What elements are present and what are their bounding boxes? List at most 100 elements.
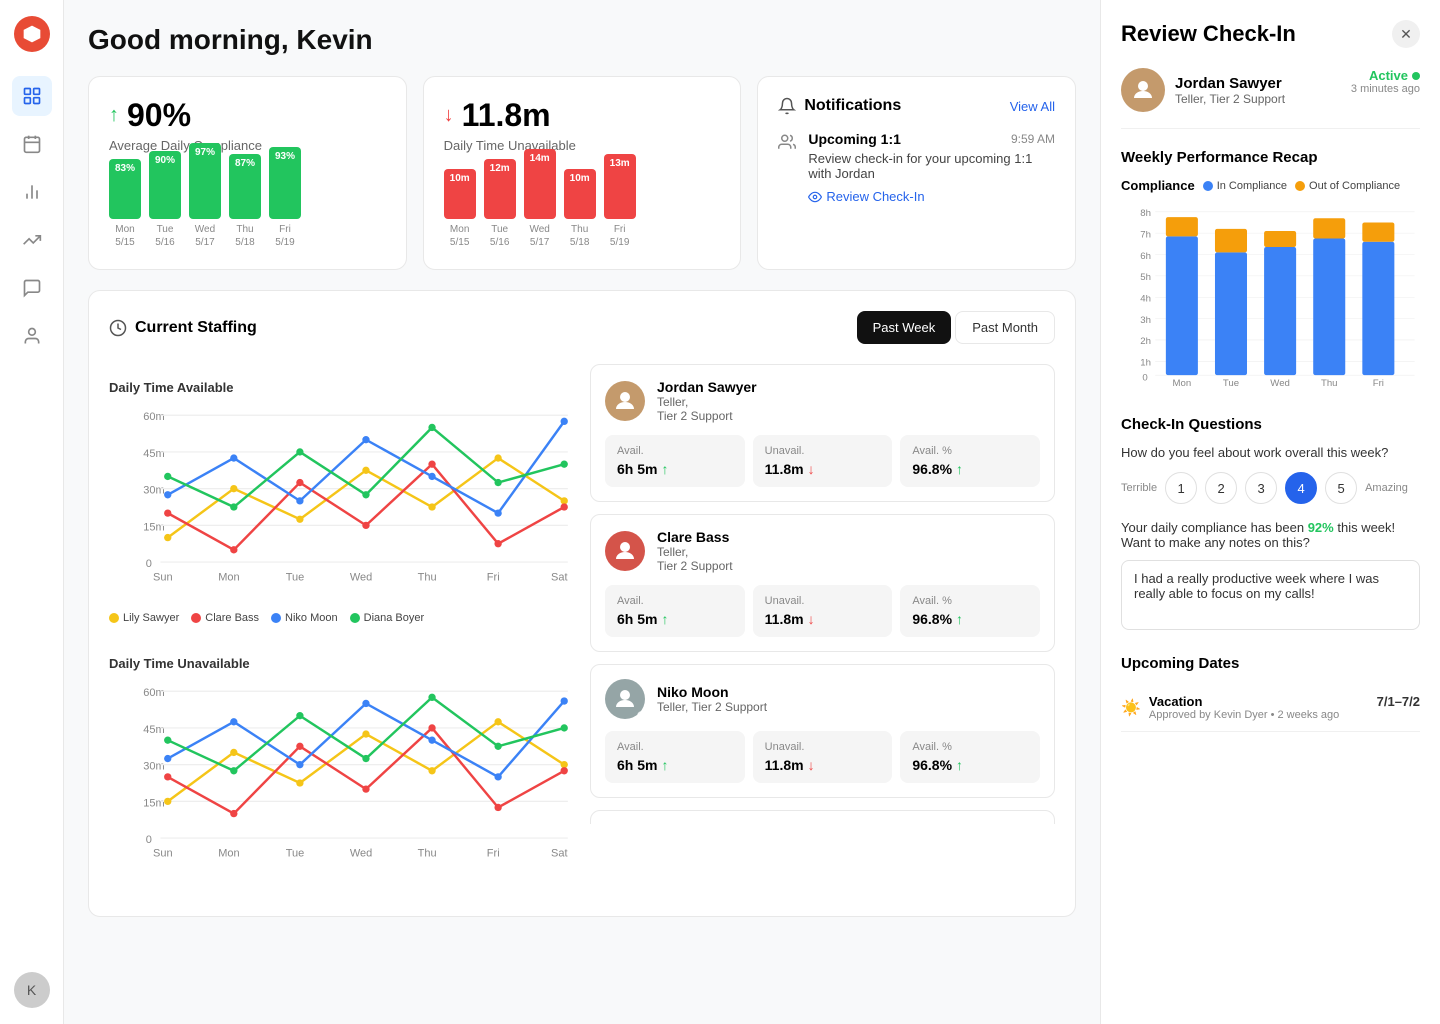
jordan-name: Jordan Sawyer bbox=[657, 379, 757, 395]
rating-4-button[interactable]: 4 bbox=[1285, 472, 1317, 504]
svg-text:Thu: Thu bbox=[418, 571, 437, 583]
sidebar-item-calendar[interactable] bbox=[12, 124, 52, 164]
niko-unavail: Unavail. 11.8m ↓ bbox=[753, 731, 893, 783]
jordan-role: Teller,Tier 2 Support bbox=[657, 395, 757, 423]
sidebar-avatar-section: K bbox=[14, 972, 50, 1008]
status-dot-icon bbox=[1412, 72, 1420, 80]
rating-3-button[interactable]: 3 bbox=[1245, 472, 1277, 504]
sidebar-item-analytics[interactable] bbox=[12, 172, 52, 212]
past-week-button[interactable]: Past Week bbox=[857, 311, 952, 344]
svg-text:15m: 15m bbox=[143, 797, 164, 809]
ubar-thu: 10m bbox=[564, 169, 596, 219]
unavailable-label: Daily Time Unavailable bbox=[444, 138, 721, 153]
vacation-title: Vacation bbox=[1149, 694, 1339, 709]
staffing-grid: Daily Time Available 60m 45m 30m 15m 0 bbox=[109, 364, 1055, 896]
in-compliance-legend: In Compliance bbox=[1203, 180, 1287, 192]
legend-lily-label: Lily Sawyer bbox=[123, 612, 179, 624]
rating-2-button[interactable]: 2 bbox=[1205, 472, 1237, 504]
compliance-note: Your daily compliance has been 92% this … bbox=[1121, 520, 1420, 550]
rating-1-button[interactable]: 1 bbox=[1165, 472, 1197, 504]
clare-role: Teller,Tier 2 Support bbox=[657, 545, 733, 573]
panel-user-role: Teller, Tier 2 Support bbox=[1175, 92, 1285, 106]
jordan-metrics: Avail. 6h 5m ↑ Unavail. 11.8m ↓ bbox=[605, 435, 1040, 487]
svg-text:Sat: Sat bbox=[551, 847, 568, 859]
checkin-section: Check-In Questions How do you feel about… bbox=[1121, 416, 1420, 635]
notification-icon bbox=[778, 133, 796, 156]
out-compliance-label: Out of Compliance bbox=[1309, 180, 1400, 192]
niko-metrics: Avail. 6h 5m ↑ Unavail. 11.8m ↓ bbox=[605, 731, 1040, 783]
rating-5-button[interactable]: 5 bbox=[1325, 472, 1357, 504]
bar-group-tue: 90% Tue5/16 bbox=[149, 151, 181, 249]
app-logo[interactable] bbox=[14, 16, 50, 52]
legend-niko-label: Niko Moon bbox=[285, 612, 338, 624]
in-compliance-dot bbox=[1203, 181, 1213, 191]
svg-text:Sat: Sat bbox=[551, 571, 568, 583]
sidebar-item-dashboard[interactable] bbox=[12, 76, 52, 116]
diana-dot bbox=[350, 613, 360, 623]
unavail-arrow-icon: ↓ bbox=[444, 104, 454, 127]
svg-text:30m: 30m bbox=[143, 485, 164, 497]
svg-text:0: 0 bbox=[146, 834, 152, 846]
review-checkin-link[interactable]: Review Check-In bbox=[808, 189, 1055, 204]
unavail-bar-thu: 10m Thu5/18 bbox=[564, 169, 596, 249]
clare-unavail: Unavail. 11.8m ↓ bbox=[753, 585, 893, 637]
notification-type: Upcoming 1:1 bbox=[808, 131, 901, 147]
panel-user-name: Jordan Sawyer bbox=[1175, 75, 1285, 92]
svg-text:Sun: Sun bbox=[153, 571, 173, 583]
notification-content: Upcoming 1:1 9:59 AM Review check-in for… bbox=[808, 131, 1055, 204]
clare-avatar bbox=[605, 531, 645, 571]
svg-text:Mon: Mon bbox=[1173, 378, 1192, 389]
eye-icon bbox=[808, 190, 822, 204]
sun-icon: ☀️ bbox=[1121, 698, 1141, 718]
niko-avail-pct: Avail. % 96.8% ↑ bbox=[900, 731, 1040, 783]
bar-group-thu: 87% Thu5/18 bbox=[229, 154, 261, 249]
avail-chart-title: Daily Time Available bbox=[109, 380, 574, 395]
review-checkin-panel: Review Check-In ✕ Jordan Sawyer Teller, … bbox=[1100, 0, 1440, 1024]
svg-text:8h: 8h bbox=[1140, 208, 1151, 219]
legend-clare: Clare Bass bbox=[191, 612, 259, 624]
notification-item: Upcoming 1:1 9:59 AM Review check-in for… bbox=[778, 131, 1055, 204]
performance-recap-section: Weekly Performance Recap Compliance In C… bbox=[1121, 149, 1420, 396]
svg-text:Wed: Wed bbox=[350, 571, 372, 583]
legend-niko: Niko Moon bbox=[271, 612, 338, 624]
close-panel-button[interactable]: ✕ bbox=[1392, 20, 1420, 48]
vacation-date-item: ☀️ Vacation Approved by Kevin Dyer • 2 w… bbox=[1121, 684, 1420, 732]
panel-user-info: Jordan Sawyer Teller, Tier 2 Support Act… bbox=[1121, 68, 1420, 129]
niko-dot bbox=[271, 613, 281, 623]
niko-avatar bbox=[605, 679, 645, 719]
svg-text:7h: 7h bbox=[1140, 229, 1151, 240]
checkin-title: Check-In Questions bbox=[1121, 416, 1420, 433]
svg-text:5h: 5h bbox=[1140, 272, 1151, 283]
performance-recap-title: Weekly Performance Recap bbox=[1121, 149, 1420, 166]
staff-header-niko: Niko Moon Teller, Tier 2 Support bbox=[605, 679, 1040, 719]
unavailable-chart: 10m Mon5/15 12m Tue5/16 14m Wed5/17 10m … bbox=[444, 169, 721, 249]
status-badge: Active bbox=[1351, 68, 1420, 83]
sidebar-item-trending[interactable] bbox=[12, 220, 52, 260]
user-avatar[interactable]: K bbox=[14, 972, 50, 1008]
in-compliance-label: In Compliance bbox=[1217, 180, 1287, 192]
svg-text:45m: 45m bbox=[143, 448, 164, 460]
svg-text:2h: 2h bbox=[1140, 336, 1151, 347]
notifications-header: Notifications View All bbox=[778, 97, 1055, 115]
niko-avail: Avail. 6h 5m ↑ bbox=[605, 731, 745, 783]
view-all-link[interactable]: View All bbox=[1010, 99, 1055, 114]
ubar-mon: 10m bbox=[444, 169, 476, 219]
unavail-line-chart: 60m 45m 30m 15m 0 bbox=[109, 679, 574, 875]
panel-user-left: Jordan Sawyer Teller, Tier 2 Support bbox=[1121, 68, 1285, 112]
date-left: ☀️ Vacation Approved by Kevin Dyer • 2 w… bbox=[1121, 694, 1339, 721]
clare-avail-pct: Avail. % 96.8% ↑ bbox=[900, 585, 1040, 637]
svg-text:Fri: Fri bbox=[487, 571, 500, 583]
jordan-avatar bbox=[605, 381, 645, 421]
past-month-button[interactable]: Past Month bbox=[955, 311, 1055, 344]
clare-info: Clare Bass Teller,Tier 2 Support bbox=[657, 529, 733, 573]
bar-mon: 83% bbox=[109, 159, 141, 219]
page-title: Good morning, Kevin bbox=[88, 24, 1076, 56]
sidebar-item-users[interactable] bbox=[12, 316, 52, 356]
terrible-label: Terrible bbox=[1121, 482, 1157, 494]
legend-diana: Diana Boyer bbox=[350, 612, 425, 624]
compliance-header-row: Compliance In Compliance Out of Complian… bbox=[1121, 178, 1420, 193]
ubar-wed: 14m bbox=[524, 149, 556, 219]
notes-textarea[interactable]: I had a really productive week where I w… bbox=[1121, 560, 1420, 630]
sidebar-item-chat[interactable] bbox=[12, 268, 52, 308]
compliance-pct-value: 92% bbox=[1308, 520, 1334, 535]
